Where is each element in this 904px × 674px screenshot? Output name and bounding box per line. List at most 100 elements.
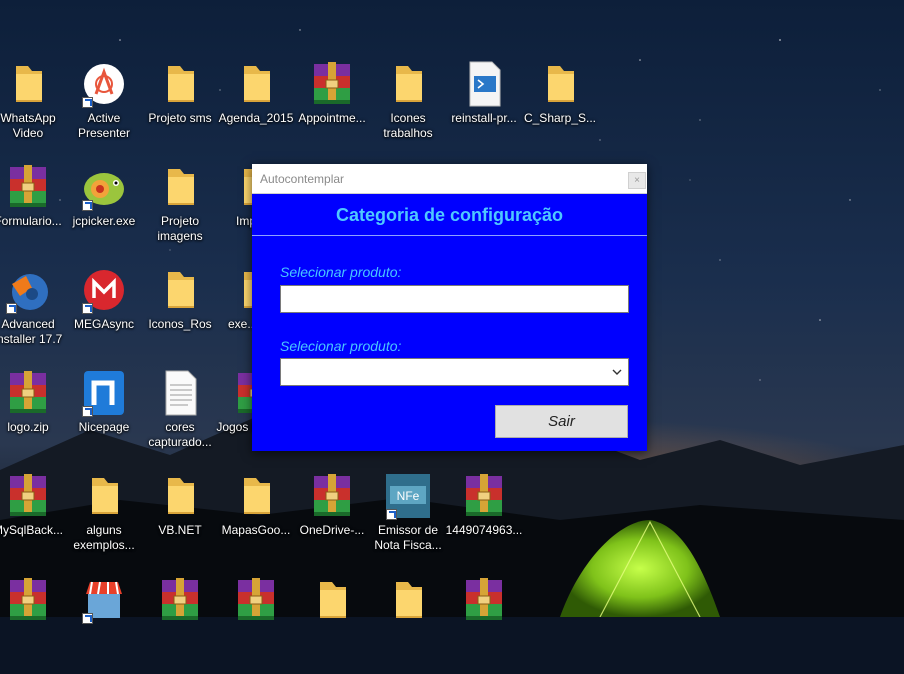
product-input[interactable] [280, 285, 629, 313]
desktop-icon[interactable]: CCleaner [446, 0, 522, 56]
folder-icon [82, 472, 126, 520]
app-icon [310, 0, 354, 6]
desktop-icon[interactable]: OneDrive-... [294, 470, 370, 570]
desktop-icon[interactable]: Active Presenter [66, 58, 142, 158]
desktop-icon[interactable] [446, 574, 522, 674]
desktop-icon[interactable]: 1449074963... [446, 470, 522, 570]
desktop-icon[interactable] [66, 574, 142, 674]
shortcut-arrow-icon [82, 406, 93, 417]
desktop-icon[interactable]: Google Developers [66, 0, 142, 56]
desktop-icon[interactable]: Formulario... [0, 161, 66, 261]
desktop-icon[interactable]: Advanced Installer 17.7 [0, 264, 66, 364]
desktop-icon-label: C_Sharp_S... [523, 111, 597, 125]
folder-icon [158, 266, 202, 314]
desktop-icon[interactable] [370, 574, 446, 674]
window-title: Autocontemplar [260, 172, 345, 186]
desktop-icon[interactable]: C_Sharp_S... [522, 58, 598, 158]
nfe-icon: NFe [386, 472, 430, 520]
autocontemplar-window: Autocontemplar × Categoria de configuraç… [252, 164, 647, 451]
desktop-icon[interactable]: Nova pasta (2) [522, 0, 598, 56]
desktop-icon-label: Icones trabalhos [383, 111, 433, 140]
desktop-icon[interactable]: MySqlBack... [0, 470, 66, 570]
product-label-1: Selecionar produto: [280, 264, 402, 280]
desktop-icon-label: cores capturado... [148, 420, 212, 449]
desktop-icon[interactable]: logo.zip [0, 367, 66, 467]
desktop-icon[interactable]: Projeto sms [142, 58, 218, 158]
desktop-icon-label: MapasGoo... [221, 523, 291, 537]
folder-icon [234, 60, 278, 108]
desktop-icon[interactable] [142, 574, 218, 674]
desktop-icon[interactable]: WhatsApp Video [0, 58, 66, 158]
desktop-icon-label: Formulario... [0, 214, 62, 228]
folder-icon [386, 60, 430, 108]
desktop-icon[interactable]: Nicepage [66, 367, 142, 467]
desktop-icon-label: Nicepage [78, 420, 130, 434]
desktop-icon[interactable]: VB.NET [142, 470, 218, 570]
desktop-icon[interactable]: NFe Emissor de Nota Fisca... [370, 470, 446, 570]
desktop-icon[interactable]: vagas de emprego.txt [294, 0, 370, 56]
header-panel: Categoria de configuração [252, 194, 647, 236]
desktop-icon-label: Active Presenter [77, 111, 131, 140]
shortcut-arrow-icon [82, 97, 93, 108]
desktop-icon-label: Advanced Installer 17.7 [0, 317, 63, 346]
desktop-icon-label: VB.NET [158, 523, 202, 537]
nicepage-icon [82, 369, 126, 417]
window-titlebar[interactable]: Autocontemplar × [252, 164, 647, 194]
desktop-icon-label: alguns exemplos... [73, 523, 135, 552]
desktop-icon[interactable]: AIMP [142, 0, 218, 56]
desktop-icon-label: Iconos_Ros [148, 317, 212, 331]
desktop-icon[interactable]: Appointme... [294, 58, 370, 158]
shortcut-arrow-icon [386, 509, 397, 520]
desktop-icon[interactable]: MEGAsync [66, 264, 142, 364]
app-icon [158, 0, 202, 6]
shortcut-arrow-icon [82, 200, 93, 211]
close-icon: × [634, 175, 640, 186]
desktop-icon-label: MySqlBack... [0, 523, 64, 537]
desktop-icon[interactable] [0, 574, 66, 674]
desktop-icon[interactable]: email_vbnet [370, 0, 446, 56]
desktop-icon-label: Appointme... [298, 111, 366, 125]
folder-icon [158, 60, 202, 108]
product-label-2: Selecionar produto: [280, 338, 402, 354]
app-icon [538, 0, 582, 6]
shortcut-arrow-icon [6, 303, 17, 314]
folder-icon [6, 60, 50, 108]
exit-button[interactable]: Sair [495, 405, 628, 438]
app-icon [462, 0, 506, 6]
shortcut-arrow-icon [82, 303, 93, 314]
desktop-icon[interactable]: jcpicker.exe [66, 161, 142, 261]
desktop-icon[interactable]: alguns exemplos... [66, 470, 142, 570]
shortcut-arrow-icon [82, 613, 93, 624]
close-button[interactable]: × [628, 172, 646, 189]
desktop-icon[interactable] [294, 574, 370, 674]
desktop-icon[interactable]: Icones trabalhos [370, 58, 446, 158]
desktop-icon[interactable]: Iconos_Ros [142, 264, 218, 364]
winrar-icon [462, 472, 506, 520]
app-icon [386, 0, 430, 6]
desktop-icon[interactable]: Projeto imagens [142, 161, 218, 261]
desktop-icon-label: Agenda_2015 [218, 111, 294, 125]
desktop-icon[interactable]: MapasGoo... [218, 470, 294, 570]
chevron-down-icon [612, 369, 622, 375]
winrar-icon [310, 472, 354, 520]
desktop-icon[interactable]: cores capturado... [142, 367, 218, 467]
folder-icon [234, 472, 278, 520]
winrar-icon [6, 472, 50, 520]
desktop-icon[interactable]: reinstall-pr... [446, 58, 522, 158]
winrar-icon [6, 163, 50, 211]
desktop-icon[interactable]: All-Templa... [218, 0, 294, 56]
desktop-icon[interactable]: Agenda_2015 [218, 58, 294, 158]
desktop-icon-label: 1449074963... [445, 523, 523, 537]
desktop-icon[interactable] [218, 574, 294, 674]
mega-icon [82, 266, 126, 314]
app-icon [6, 0, 50, 6]
textfile-icon [158, 369, 202, 417]
desktop-icon-label: MEGAsync [73, 317, 134, 331]
desktop-icon-label: Emissor de Nota Fisca... [374, 523, 442, 552]
app-icon [234, 0, 278, 6]
desktop-icon[interactable]: PhotoScape [0, 0, 66, 56]
desktop-icon-label: OneDrive-... [299, 523, 365, 537]
product-select[interactable] [280, 358, 629, 386]
folder-icon [158, 472, 202, 520]
desktop-icon-label: Projeto imagens [157, 214, 203, 243]
